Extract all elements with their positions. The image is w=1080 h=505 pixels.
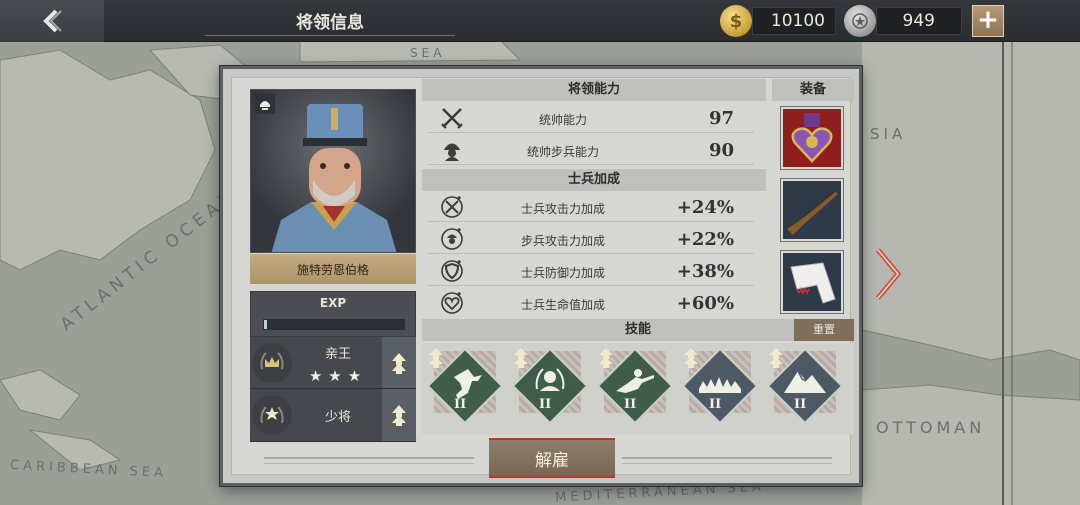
equipment-header: 装备 (772, 79, 854, 101)
skill-slot[interactable]: II (683, 347, 763, 427)
decorative-divider (622, 463, 832, 464)
ability-value: 90 (708, 140, 734, 161)
decorative-divider (264, 463, 474, 464)
decorative-divider (622, 457, 832, 459)
bonus-row: 士兵防御力加成 +38% (428, 256, 754, 286)
top-bar: 将领信息 $ 10100 949 + (0, 0, 1080, 42)
map-label-ottoman: OTTOMAN (876, 418, 986, 437)
upgrade-arrow-icon (514, 348, 528, 368)
ability-label: 统帅步兵能力 (526, 145, 599, 159)
page-title: 将领信息 (296, 13, 364, 33)
ability-row: 统帅能力 97 (428, 103, 754, 133)
general-name: 施特劳恩伯格 (250, 254, 416, 284)
silver-counter: 949 (876, 7, 962, 35)
upgrade-arrow-icon (599, 348, 613, 368)
bonus-label: 士兵攻击力加成 (520, 202, 605, 216)
back-button[interactable] (0, 0, 104, 42)
bonus-value: +24% (676, 197, 734, 218)
map-label-sea: SEA (410, 46, 446, 60)
attack-bonus-icon (441, 196, 463, 218)
military-rank-upgrade-button[interactable] (382, 389, 416, 441)
bonus-row: 步兵攻击力加成 +22% (428, 224, 754, 254)
noble-rank-row: 亲王 ★★★ (250, 337, 416, 389)
decorative-divider (264, 457, 474, 459)
military-rank-title: 少将 (324, 410, 351, 425)
skills-area: II II II II II (422, 343, 854, 435)
bonus-label: 士兵生命值加成 (520, 298, 605, 312)
soldier-bonus-header: 士兵加成 (422, 169, 766, 191)
title-underline (205, 35, 455, 36)
skill-level: II (454, 397, 467, 412)
exp-label: EXP (319, 296, 347, 310)
next-general-arrow-icon[interactable] (874, 248, 902, 300)
scarf-icon (783, 253, 841, 311)
upgrade-arrow-icon (392, 352, 406, 374)
exp-bar-fill (264, 320, 267, 329)
upgrade-arrow-icon (684, 348, 698, 368)
heart-icon (441, 292, 463, 314)
ability-label: 统帅能力 (538, 113, 587, 127)
skill-slot[interactable]: II (513, 347, 593, 427)
rifle-icon (783, 181, 841, 239)
shield-icon (441, 260, 463, 282)
helmet-badge-icon (255, 94, 275, 114)
bonus-label: 步兵攻击力加成 (520, 234, 605, 248)
bonus-row: 士兵生命值加成 +60% (428, 288, 754, 318)
skills-header: 技能 (422, 319, 854, 341)
gold-counter: 10100 (752, 7, 836, 35)
upgrade-arrow-icon (769, 348, 783, 368)
abilities-header: 将领能力 (422, 79, 766, 101)
crown-laurel-icon (252, 343, 292, 383)
equipment-slot[interactable] (781, 107, 843, 169)
exp-bar (263, 319, 405, 330)
add-currency-button[interactable]: + (972, 5, 1004, 37)
general-portrait (250, 89, 416, 253)
rank-stars: ★★★ (308, 367, 368, 385)
silver-medal-icon (844, 5, 876, 37)
equipment-slot[interactable] (781, 251, 843, 313)
map-label-sia: SIA (870, 125, 907, 143)
noble-rank-title: 亲王 (324, 347, 351, 362)
bonus-label: 士兵防御力加成 (520, 266, 605, 280)
back-arrow-icon (43, 9, 62, 33)
upgrade-arrow-icon (429, 348, 443, 368)
skill-level: II (539, 397, 552, 412)
skill-slot[interactable]: II (598, 347, 678, 427)
military-rank-row: 少将 (250, 389, 416, 442)
skill-slot[interactable]: II (428, 347, 508, 427)
purple-heart-medal-icon (783, 109, 841, 167)
noble-rank-upgrade-button[interactable] (382, 337, 416, 388)
crossed-swords-icon (441, 108, 463, 129)
infantry-helmet-icon (444, 143, 460, 161)
general-info-panel: 施特劳恩伯格 EXP 亲王 ★★★ 少将 将领能力 统帅能力 97 统帅步兵能力… (220, 66, 862, 486)
equipment-slot[interactable] (781, 179, 843, 241)
skill-slot[interactable]: II (768, 347, 848, 427)
gold-coin-icon: $ (720, 5, 752, 37)
rank-insignia-icon (252, 395, 292, 435)
general-portrait-image (271, 104, 397, 252)
reset-skills-button[interactable]: 重置 (794, 319, 854, 341)
bonus-value: +38% (676, 261, 734, 282)
skill-level: II (794, 397, 807, 412)
bonus-value: +22% (676, 229, 734, 250)
infantry-attack-icon (441, 228, 463, 250)
skill-level: II (709, 397, 722, 412)
exp-panel: EXP (250, 291, 416, 337)
upgrade-arrow-icon (392, 405, 406, 426)
ability-value: 97 (708, 108, 734, 129)
skill-level: II (624, 397, 637, 412)
ability-row: 统帅步兵能力 90 (428, 135, 754, 165)
bonus-value: +60% (676, 293, 734, 314)
panel-inner: 施特劳恩伯格 EXP 亲王 ★★★ 少将 将领能力 统帅能力 97 统帅步兵能力… (231, 77, 854, 478)
bonus-row: 士兵攻击力加成 +24% (428, 192, 754, 222)
dismiss-general-button[interactable]: 解雇 (489, 438, 615, 478)
